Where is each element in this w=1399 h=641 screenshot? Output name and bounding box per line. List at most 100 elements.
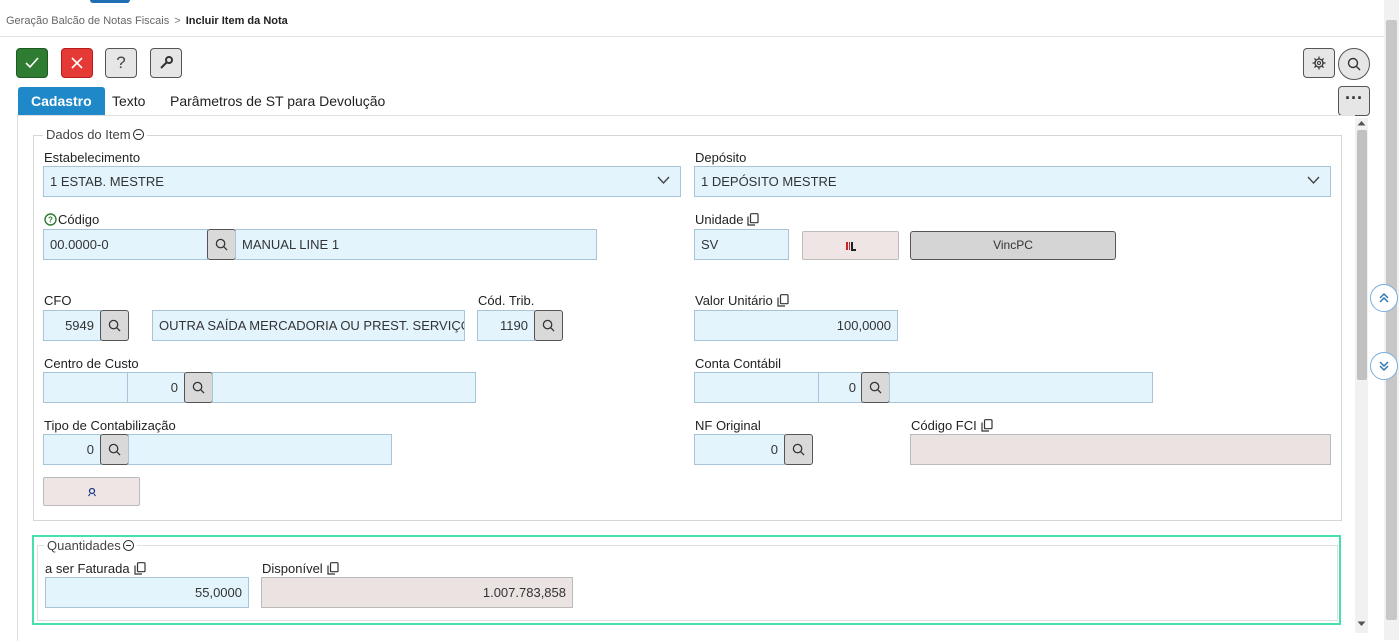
estabelecimento-select[interactable]: 1 ESTAB. MESTRE — [43, 166, 681, 197]
more-options-button[interactable]: ··· — [1338, 86, 1370, 116]
magnifier-icon — [87, 487, 96, 496]
a-ser-faturada-label: a ser Faturada — [45, 561, 130, 576]
collapse-icon[interactable] — [122, 540, 134, 551]
tab-parametros-st[interactable]: Parâmetros de ST para Devolução — [157, 87, 398, 115]
disponivel-label: Disponível — [262, 561, 323, 576]
codigo-label-row: ? Código — [44, 212, 99, 227]
nf-original-search-button[interactable] — [784, 434, 813, 465]
tab-texto[interactable]: Texto — [99, 87, 158, 115]
tools-button[interactable] — [150, 48, 182, 78]
scroll-to-top-button[interactable] — [1370, 284, 1398, 312]
conta-contabil-label: Conta Contábil — [695, 356, 781, 371]
tab-cadastro[interactable]: Cadastro — [18, 87, 105, 115]
centro-custo-search-button[interactable] — [184, 372, 213, 403]
details-button[interactable] — [43, 477, 140, 506]
quantidades-title: Quantidades — [47, 538, 121, 553]
chevron-down-icon — [1307, 176, 1320, 185]
cancel-button[interactable] — [61, 48, 93, 78]
tipo-contabilizacao-label: Tipo de Contabilização — [44, 418, 176, 433]
a-ser-faturada-input[interactable]: 55,0000 — [45, 577, 249, 608]
a-ser-faturada-label-row: a ser Faturada — [45, 561, 146, 576]
cfo-search-button[interactable] — [100, 310, 129, 341]
cfo-description[interactable]: OUTRA SAÍDA MERCADORIA OU PREST. SERVIÇO — [152, 310, 465, 341]
nf-original-label: NF Original — [695, 418, 761, 433]
breadcrumb-parent[interactable]: Geração Balcão de Notas Fiscais — [6, 15, 169, 27]
scroll-up-arrow-icon[interactable] — [1357, 120, 1366, 126]
valor-unitario-input[interactable]: 100,0000 — [694, 310, 898, 341]
codigo-description[interactable]: MANUAL LINE 1 — [235, 229, 597, 260]
header-divider — [0, 36, 1384, 37]
help-circle-icon[interactable]: ? — [44, 213, 57, 226]
conta-contabil-description[interactable] — [889, 372, 1153, 403]
centro-custo-code-input[interactable]: 0 — [127, 372, 185, 403]
disponivel-input: 1.007.783,858 — [261, 577, 573, 608]
chevron-down-icon — [657, 176, 670, 185]
codigo-fci-label-row: Código FCI — [911, 418, 993, 433]
wrench-icon — [160, 56, 173, 69]
svg-text:?: ? — [48, 216, 53, 225]
deposito-value: 1 DEPÓSITO MESTRE — [701, 174, 837, 189]
scroll-down-arrow-icon[interactable] — [1357, 621, 1366, 627]
close-icon — [71, 57, 83, 69]
deposito-select[interactable]: 1 DEPÓSITO MESTRE — [694, 166, 1331, 197]
conta-contabil-code-input[interactable]: 0 — [818, 372, 863, 403]
copy-icon[interactable] — [327, 562, 339, 575]
dados-item-legend: Dados do Item — [43, 127, 147, 142]
tipo-contabilizacao-input[interactable]: 0 — [43, 434, 101, 465]
search-button[interactable] — [1338, 48, 1370, 80]
cfo-input[interactable]: 5949 — [43, 310, 101, 341]
unidade-lookup-button[interactable] — [802, 231, 899, 260]
content-scrollbar-thumb[interactable] — [1357, 130, 1367, 380]
codigo-search-button[interactable] — [207, 229, 236, 260]
gear-icon — [1312, 56, 1326, 70]
copy-icon[interactable] — [133, 562, 146, 575]
cod-trib-label: Cód. Trib. — [478, 293, 535, 308]
double-chevron-up-icon — [1379, 293, 1389, 303]
help-button[interactable]: ? — [105, 48, 137, 78]
centro-custo-label: Centro de Custo — [44, 356, 139, 371]
collapse-icon[interactable] — [132, 129, 144, 140]
vincpc-button[interactable]: VincPC — [910, 231, 1116, 260]
conta-contabil-search-button[interactable] — [861, 372, 890, 403]
help-label: ? — [116, 53, 126, 72]
settings-button[interactable] — [1303, 48, 1335, 78]
tipo-contabilizacao-description[interactable] — [128, 434, 392, 465]
copy-icon[interactable] — [747, 213, 760, 226]
top-strip — [0, 0, 1399, 4]
check-icon — [25, 57, 39, 69]
quantidades-legend: Quantidades — [44, 538, 137, 553]
breadcrumb-current: Incluir Item da Nota — [185, 15, 288, 27]
search-icon — [192, 381, 205, 394]
codigo-input[interactable]: 00.0000-0 — [43, 229, 208, 260]
unidade-label: Unidade — [695, 212, 744, 227]
barcode-icon — [845, 241, 856, 251]
codigo-label: Código — [58, 212, 100, 227]
search-icon — [108, 443, 121, 456]
dados-item-title: Dados do Item — [46, 127, 131, 142]
valor-unitario-label: Valor Unitário — [695, 293, 773, 308]
conta-contabil-input[interactable] — [694, 372, 819, 403]
unidade-input[interactable]: SV — [694, 229, 789, 260]
tipo-contabilizacao-search-button[interactable] — [100, 434, 129, 465]
cod-trib-search-button[interactable] — [534, 310, 563, 341]
cod-trib-input[interactable]: 1190 — [477, 310, 535, 341]
search-icon — [215, 238, 228, 251]
estabelecimento-value: 1 ESTAB. MESTRE — [50, 174, 164, 189]
unidade-label-row: Unidade — [695, 212, 760, 227]
confirm-button[interactable] — [16, 48, 48, 78]
copy-icon[interactable] — [777, 294, 789, 307]
copy-icon[interactable] — [981, 419, 993, 432]
cfo-label: CFO — [44, 293, 72, 308]
page-scrollbar-thumb[interactable] — [1386, 20, 1397, 620]
search-icon — [542, 319, 555, 332]
disponivel-label-row: Disponível — [262, 561, 339, 576]
scroll-to-bottom-button[interactable] — [1370, 352, 1398, 380]
codigo-fci-input — [910, 434, 1331, 465]
search-icon — [108, 319, 121, 332]
search-icon — [869, 381, 882, 394]
double-chevron-down-icon — [1379, 361, 1389, 371]
centro-custo-input[interactable] — [43, 372, 128, 403]
centro-custo-description[interactable] — [212, 372, 476, 403]
deposito-label: Depósito — [695, 150, 747, 165]
nf-original-input[interactable]: 0 — [694, 434, 785, 465]
